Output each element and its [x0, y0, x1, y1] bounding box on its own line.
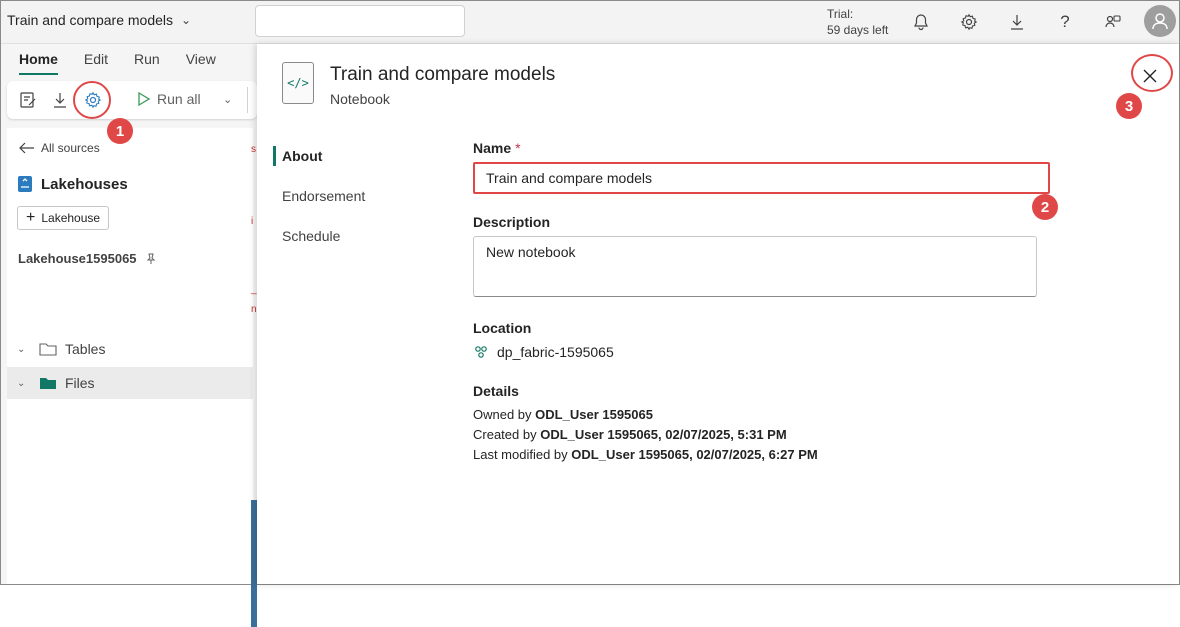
edge-mark: s — [251, 144, 256, 155]
tab-home[interactable]: Home — [19, 51, 58, 75]
bell-icon[interactable] — [908, 9, 934, 35]
trial-status[interactable]: Trial: 59 days left — [827, 6, 888, 38]
ribbon-toolbar: Run all ⌄ — [7, 81, 257, 119]
avatar[interactable] — [1144, 5, 1176, 37]
panel-subtitle: Notebook — [330, 91, 390, 107]
panel-title: Train and compare models — [330, 64, 556, 85]
tree-item-label: Tables — [65, 341, 106, 357]
tree-item-tables[interactable]: ⌄ Tables — [7, 333, 253, 365]
download-icon[interactable] — [49, 89, 71, 111]
notebook-icon: </> — [282, 62, 314, 104]
description-field[interactable]: New notebook — [473, 236, 1037, 297]
pin-icon — [146, 253, 155, 264]
required-mark: * — [515, 140, 521, 156]
plus-icon: + — [26, 209, 36, 226]
chevron-down-icon: ⌄ — [17, 343, 26, 355]
name-label-text: Name — [473, 140, 512, 156]
chevron-down-icon: ⌄ — [17, 377, 26, 389]
nav-about[interactable]: About — [273, 146, 365, 186]
add-lakehouse-button[interactable]: + Lakehouse — [17, 206, 110, 230]
details-label: Details — [473, 383, 519, 399]
created-by-line: Created by ODL_User 1595065, 02/07/2025,… — [473, 427, 787, 442]
item-title-dropdown[interactable]: Train and compare models ⌄ — [7, 12, 191, 28]
name-field[interactable]: Train and compare models — [473, 162, 1050, 194]
modified-by-label: Last modified by — [473, 447, 568, 462]
tab-view[interactable]: View — [186, 51, 216, 75]
gear-icon[interactable] — [956, 9, 982, 35]
item-title: Train and compare models — [7, 12, 174, 28]
callout-ring-1 — [73, 81, 111, 119]
tree-item-label: Files — [65, 375, 95, 391]
download-icon[interactable] — [1004, 9, 1030, 35]
save-edit-icon[interactable] — [17, 89, 39, 111]
toolbar-divider — [247, 87, 248, 113]
help-icon[interactable]: ? — [1052, 9, 1078, 35]
nav-schedule[interactable]: Schedule — [273, 226, 365, 266]
settings-nav: About Endorsement Schedule — [273, 146, 365, 266]
created-by-value: ODL_User 1595065, 02/07/2025, 5:31 PM — [540, 427, 787, 442]
all-sources-link[interactable]: All sources — [19, 141, 100, 155]
callout-badge-1: 1 — [107, 118, 133, 144]
owned-by-line: Owned by ODL_User 1595065 — [473, 407, 653, 422]
play-icon — [138, 91, 151, 107]
folder-filled-icon — [39, 376, 57, 390]
all-sources-label: All sources — [41, 141, 100, 155]
arrow-left-icon — [19, 142, 34, 154]
edge-mark: _ — [251, 284, 257, 295]
callout-badge-3: 3 — [1116, 93, 1142, 119]
location-link[interactable]: dp_fabric-1595065 — [473, 344, 614, 360]
owned-by-value: ODL_User 1595065 — [535, 407, 653, 422]
trial-label: Trial: — [827, 7, 854, 21]
nav-endorsement[interactable]: Endorsement — [273, 186, 365, 226]
run-all-label: Run all — [157, 91, 201, 107]
add-lakehouse-label: Lakehouse — [41, 211, 101, 225]
feedback-icon[interactable] — [1100, 9, 1126, 35]
tab-edit[interactable]: Edit — [84, 51, 108, 75]
created-by-label: Created by — [473, 427, 537, 442]
workspace-icon — [475, 346, 487, 358]
modified-by-line: Last modified by ODL_User 1595065, 02/07… — [473, 447, 818, 462]
chevron-down-icon: ⌄ — [181, 13, 192, 27]
modified-by-value: ODL_User 1595065, 02/07/2025, 6:27 PM — [571, 447, 818, 462]
tab-run[interactable]: Run — [134, 51, 160, 75]
owned-by-label: Owned by — [473, 407, 532, 422]
location-label: Location — [473, 320, 532, 336]
description-label: Description — [473, 214, 551, 230]
callout-ring-3 — [1131, 54, 1173, 92]
location-value: dp_fabric-1595065 — [497, 344, 614, 360]
trial-days: 59 days left — [827, 23, 889, 37]
lakehouse-explorer: All sources Lakehouses + Lakehouse Lakeh… — [7, 128, 253, 584]
lakehouses-title: Lakehouses — [41, 175, 128, 193]
edge-mark: i — [251, 216, 254, 227]
chevron-down-icon[interactable]: ⌄ — [223, 93, 232, 106]
top-bar: Train and compare models ⌄ Trial: 59 day… — [1, 1, 1179, 44]
callout-badge-2: 2 — [1032, 194, 1058, 220]
edge-mark: n — [251, 304, 257, 315]
run-all-button[interactable]: Run all — [137, 91, 201, 107]
lakehouse-name: Lakehouse1595065 — [18, 251, 137, 266]
lakehouse-item[interactable]: Lakehouse1595065 — [18, 251, 157, 266]
search-input[interactable] — [255, 5, 465, 37]
folder-icon — [39, 342, 57, 356]
lakehouse-icon — [18, 176, 32, 192]
settings-panel: </> Train and compare models Notebook Ab… — [257, 44, 1179, 584]
tree-item-files[interactable]: ⌄ Files — [7, 367, 253, 399]
name-label: Name * — [473, 140, 521, 156]
ribbon-tabs: Home Edit Run View — [19, 51, 242, 75]
lakehouses-heading: Lakehouses — [17, 175, 128, 193]
